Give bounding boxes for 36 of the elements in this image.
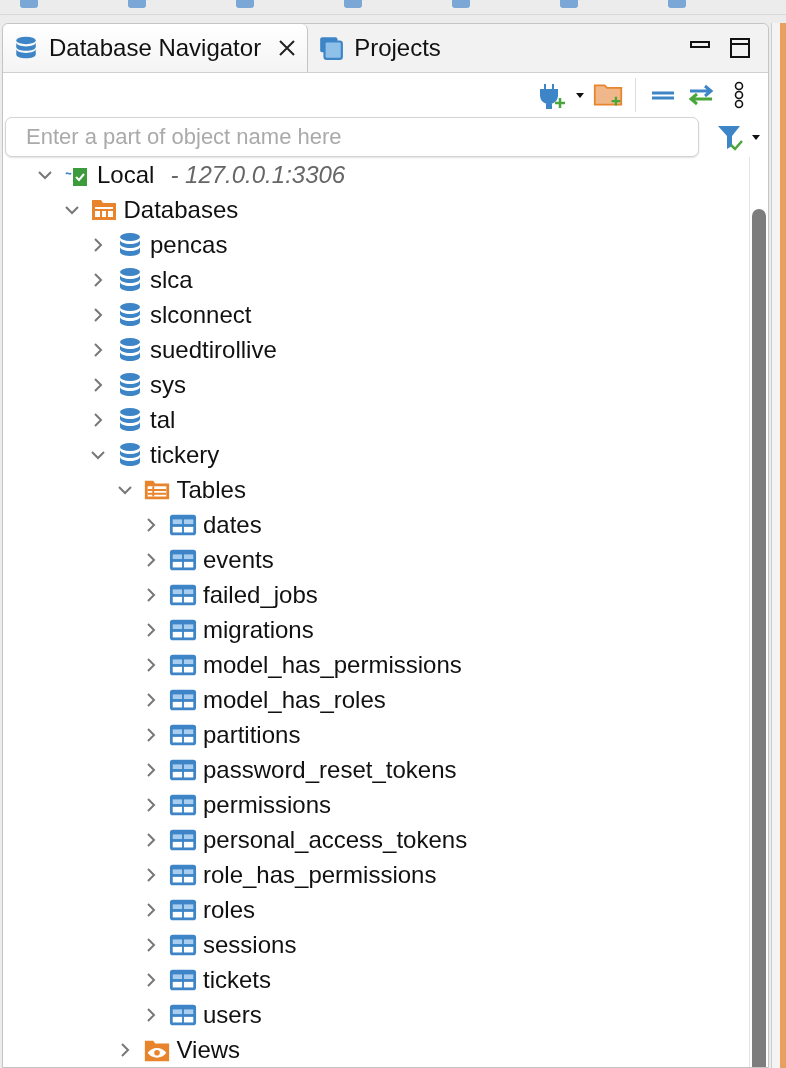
database-icon	[13, 35, 39, 61]
tree-item[interactable]: migrations	[203, 615, 314, 644]
tree-item[interactable]: tickets	[203, 965, 271, 994]
panel-tab[interactable]: Database Navigator	[3, 24, 309, 72]
tree-item[interactable]: password_reset_tokens	[203, 755, 457, 784]
tree-item[interactable]: model_has_roles	[203, 685, 386, 714]
caret-icon[interactable]	[575, 90, 586, 100]
tree-item[interactable]: partitions	[203, 720, 301, 749]
tree-item[interactable]: suedtirollive	[150, 335, 277, 364]
tree-item[interactable]: Views	[176, 1035, 241, 1064]
tree-item[interactable]: slca	[150, 265, 193, 294]
scrollbar-thumb[interactable]	[752, 209, 767, 1067]
search-field[interactable]: Enter a part of object name here	[5, 117, 699, 157]
tree-item[interactable]: failed_jobs	[203, 580, 318, 609]
tree-item[interactable]: permissions	[203, 790, 332, 819]
caret-icon[interactable]	[751, 132, 761, 142]
tree-item[interactable]: events	[203, 545, 274, 574]
close-icon[interactable]	[277, 38, 298, 58]
tree-item[interactable]: tickery	[150, 440, 220, 469]
maximize-icon[interactable]	[728, 36, 753, 60]
tree-item[interactable]: dates	[203, 510, 262, 539]
tree-item[interactable]: Databases	[123, 195, 239, 224]
tree-item[interactable]: tal	[150, 405, 176, 434]
tree-item[interactable]: slconnect	[150, 300, 252, 329]
tree-item[interactable]: sys	[150, 370, 186, 399]
tree-item[interactable]: sessions	[203, 930, 297, 959]
windows-icon	[318, 35, 345, 61]
tree-item[interactable]: Tables	[176, 475, 246, 504]
tree-item[interactable]: role_has_permissions	[203, 860, 437, 889]
tree-item[interactable]: users	[203, 1000, 262, 1029]
tree-item[interactable]: pencas	[150, 230, 228, 259]
connection-address: - 127.0.0.1:3306	[170, 160, 346, 189]
tree-item[interactable]: model_has_permissions	[203, 650, 462, 679]
tree-item[interactable]: personal_access_tokens	[203, 825, 468, 854]
tree-item[interactable]: roles	[203, 895, 256, 924]
tree-item[interactable]: Local	[97, 160, 155, 189]
